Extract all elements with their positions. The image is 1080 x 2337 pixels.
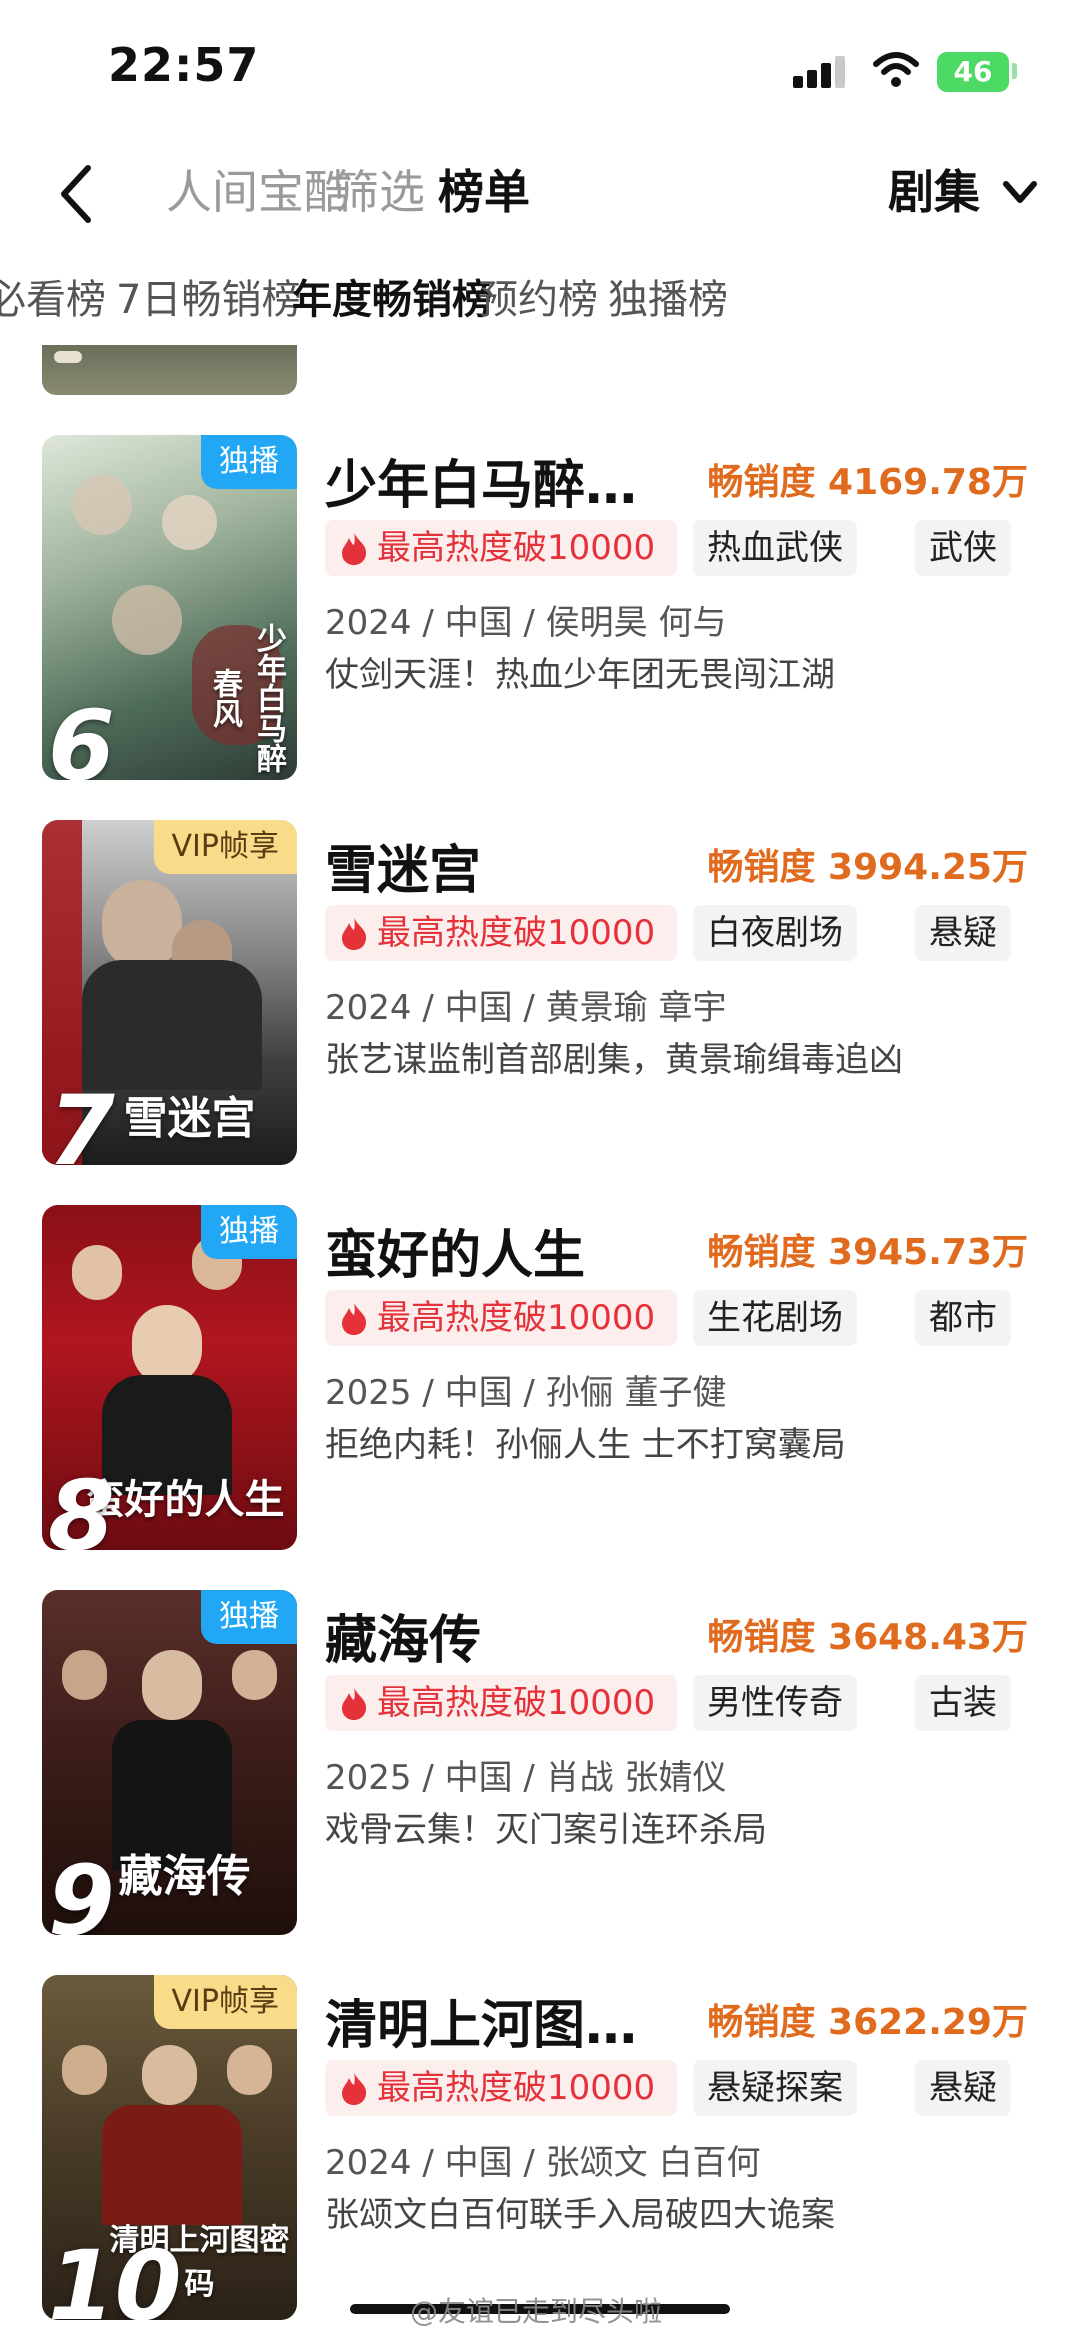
rank-number: 9 xyxy=(48,1845,115,1935)
exclusive-badge: 独播 xyxy=(201,1590,297,1644)
battery-icon: 46 xyxy=(937,52,1009,92)
list-item[interactable]: 藏海传 9 独播 藏海传 畅销度 3648.43万 最高热度破10000 男性传… xyxy=(0,1590,1080,1935)
hot-text: 最高热度破10000 xyxy=(377,1683,656,1723)
sales-index: 畅销度 3622.29万 xyxy=(707,1993,1028,2045)
poster-title: 少年白马醉春风 xyxy=(207,622,286,773)
hot-text: 最高热度破10000 xyxy=(377,2068,656,2108)
previous-item-poster[interactable] xyxy=(42,345,297,395)
sales-label: 畅销度 xyxy=(707,462,816,503)
genre-tag[interactable]: 热血武侠 xyxy=(693,520,857,576)
drama-meta: 2024 / 中国 / 侯明昊 何与 xyxy=(325,603,727,643)
hot-tag: 最高热度破10000 xyxy=(325,1675,677,1731)
watermark-text: @友谊已走到尽头啦 xyxy=(410,2295,663,2328)
tab-renjian-baoku[interactable]: 人间宝酷 xyxy=(166,160,350,224)
exclusive-badge: 独播 xyxy=(201,1205,297,1259)
sales-value: 3945.73万 xyxy=(828,1232,1028,1273)
vip-badge: VIP帧享 xyxy=(153,820,297,874)
subtab-annual-bestseller[interactable]: 年度畅销榜 xyxy=(292,265,492,335)
hot-text: 最高热度破10000 xyxy=(377,913,656,953)
genre-tag[interactable]: 都市 xyxy=(915,1290,1011,1346)
genre-tag[interactable]: 生花剧场 xyxy=(693,1290,857,1346)
genre-tag[interactable]: 悬疑 xyxy=(915,2060,1011,2116)
battery-level: 46 xyxy=(953,55,993,88)
sales-label: 畅销度 xyxy=(707,847,816,888)
list-item[interactable]: 少年白马醉春风 6 独播 少年白马醉… 畅销度 4169.78万 最高热度破10… xyxy=(0,435,1080,780)
subtab-must-watch[interactable]: 必看榜 xyxy=(0,265,106,335)
hot-tag: 最高热度破10000 xyxy=(325,1290,677,1346)
drama-description: 张颂文白百何联手入局破四大诡案 xyxy=(325,2195,835,2235)
genre-tag[interactable]: 武侠 xyxy=(915,520,1011,576)
poster-image[interactable]: 蛮好的人生 8 独播 xyxy=(42,1205,297,1550)
battery-tip xyxy=(1012,63,1017,79)
poster-image[interactable]: 清明上河图密码 10 VIP帧享 xyxy=(42,1975,297,2320)
flame-icon xyxy=(342,918,367,950)
clock: 22:57 xyxy=(108,38,260,92)
flame-icon xyxy=(342,533,367,565)
back-arrow-icon[interactable] xyxy=(54,160,98,228)
hot-tag: 最高热度破10000 xyxy=(325,905,677,961)
drama-description: 仗剑天涯！热血少年团无畏闯江湖 xyxy=(325,655,835,695)
genre-tag[interactable]: 古装 xyxy=(915,1675,1011,1731)
hot-tag: 最高热度破10000 xyxy=(325,520,677,576)
rank-number: 8 xyxy=(48,1460,115,1550)
hot-text: 最高热度破10000 xyxy=(377,528,656,568)
drama-description: 戏骨云集！灭门案引连环杀局 xyxy=(325,1810,767,1850)
home-indicator: @友谊已走到尽头啦 xyxy=(350,2290,730,2328)
poster-image[interactable]: 藏海传 9 独播 xyxy=(42,1590,297,1935)
flame-icon xyxy=(342,1688,367,1720)
drama-description: 拒绝内耗！孙俪人生 士不打窝囊局 xyxy=(325,1425,846,1465)
drama-meta: 2024 / 中国 / 张颂文 白百何 xyxy=(325,2143,761,2183)
genre-tag[interactable]: 悬疑 xyxy=(915,905,1011,961)
sales-label: 畅销度 xyxy=(707,2002,816,2043)
genre-tag[interactable]: 悬疑探案 xyxy=(693,2060,857,2116)
drama-meta: 2025 / 中国 / 肖战 张婧仪 xyxy=(325,1758,727,1798)
drama-title[interactable]: 少年白马醉… xyxy=(325,443,637,518)
genre-tag[interactable]: 白夜剧场 xyxy=(693,905,857,961)
list-item[interactable]: 蛮好的人生 8 独播 蛮好的人生 畅销度 3945.73万 最高热度破10000… xyxy=(0,1205,1080,1550)
poster-image[interactable]: 少年白马醉春风 6 独播 xyxy=(42,435,297,780)
drama-description: 张艺谋监制首部剧集，黄景瑜缉毒追凶 xyxy=(325,1040,903,1080)
category-dropdown[interactable]: 剧集 xyxy=(888,160,980,224)
sales-value: 4169.78万 xyxy=(828,462,1028,503)
rank-number: 7 xyxy=(48,1075,115,1165)
status-bar: 22:57 46 xyxy=(0,0,1080,140)
drama-title[interactable]: 清明上河图… xyxy=(325,1983,637,2058)
drama-title[interactable]: 雪迷宫 xyxy=(325,828,481,903)
cellular-signal-icon xyxy=(793,56,845,88)
sales-value: 3622.29万 xyxy=(828,2002,1028,2043)
sales-index: 畅销度 3994.25万 xyxy=(707,838,1028,890)
hot-text: 最高热度破10000 xyxy=(377,1298,656,1338)
list-item[interactable]: 清明上河图密码 10 VIP帧享 清明上河图… 畅销度 3622.29万 最高热… xyxy=(0,1975,1080,2320)
sales-index: 畅销度 3648.43万 xyxy=(707,1608,1028,1660)
sales-label: 畅销度 xyxy=(707,1617,816,1658)
wifi-icon xyxy=(873,52,919,87)
top-navigation: 人间宝酷 筛选 榜单 剧集 xyxy=(0,140,1080,260)
ranking-subtabs: 必看榜 7日畅销榜 年度畅销榜 预约榜 独播榜 xyxy=(0,265,1080,335)
sales-value: 3994.25万 xyxy=(828,847,1028,888)
sales-label: 畅销度 xyxy=(707,1232,816,1273)
drama-meta: 2025 / 中国 / 孙俪 董子健 xyxy=(325,1373,727,1413)
tab-rankings[interactable]: 榜单 xyxy=(438,160,530,224)
flame-icon xyxy=(342,1303,367,1335)
rank-number: 6 xyxy=(48,690,115,780)
subtab-exclusive[interactable]: 独播榜 xyxy=(608,265,728,335)
tab-filter[interactable]: 筛选 xyxy=(333,160,425,224)
sales-index: 畅销度 4169.78万 xyxy=(707,453,1028,505)
vip-badge: VIP帧享 xyxy=(153,1975,297,2029)
poster-image[interactable]: 雪迷宫 7 VIP帧享 xyxy=(42,820,297,1165)
hot-tag: 最高热度破10000 xyxy=(325,2060,677,2116)
drama-title[interactable]: 藏海传 xyxy=(325,1598,481,1673)
drama-title[interactable]: 蛮好的人生 xyxy=(325,1213,585,1288)
sales-index: 畅销度 3945.73万 xyxy=(707,1223,1028,1275)
genre-tag[interactable]: 男性传奇 xyxy=(693,1675,857,1731)
flame-icon xyxy=(342,2073,367,2105)
exclusive-badge: 独播 xyxy=(201,435,297,489)
subtab-7day-bestseller[interactable]: 7日畅销榜 xyxy=(116,265,301,335)
sales-value: 3648.43万 xyxy=(828,1617,1028,1658)
list-item[interactable]: 雪迷宫 7 VIP帧享 雪迷宫 畅销度 3994.25万 最高热度破10000 … xyxy=(0,820,1080,1165)
rank-number: 10 xyxy=(48,2230,182,2320)
subtab-reservation[interactable]: 预约榜 xyxy=(478,265,598,335)
chevron-down-icon[interactable] xyxy=(1000,178,1040,208)
drama-meta: 2024 / 中国 / 黄景瑜 章宇 xyxy=(325,988,727,1028)
